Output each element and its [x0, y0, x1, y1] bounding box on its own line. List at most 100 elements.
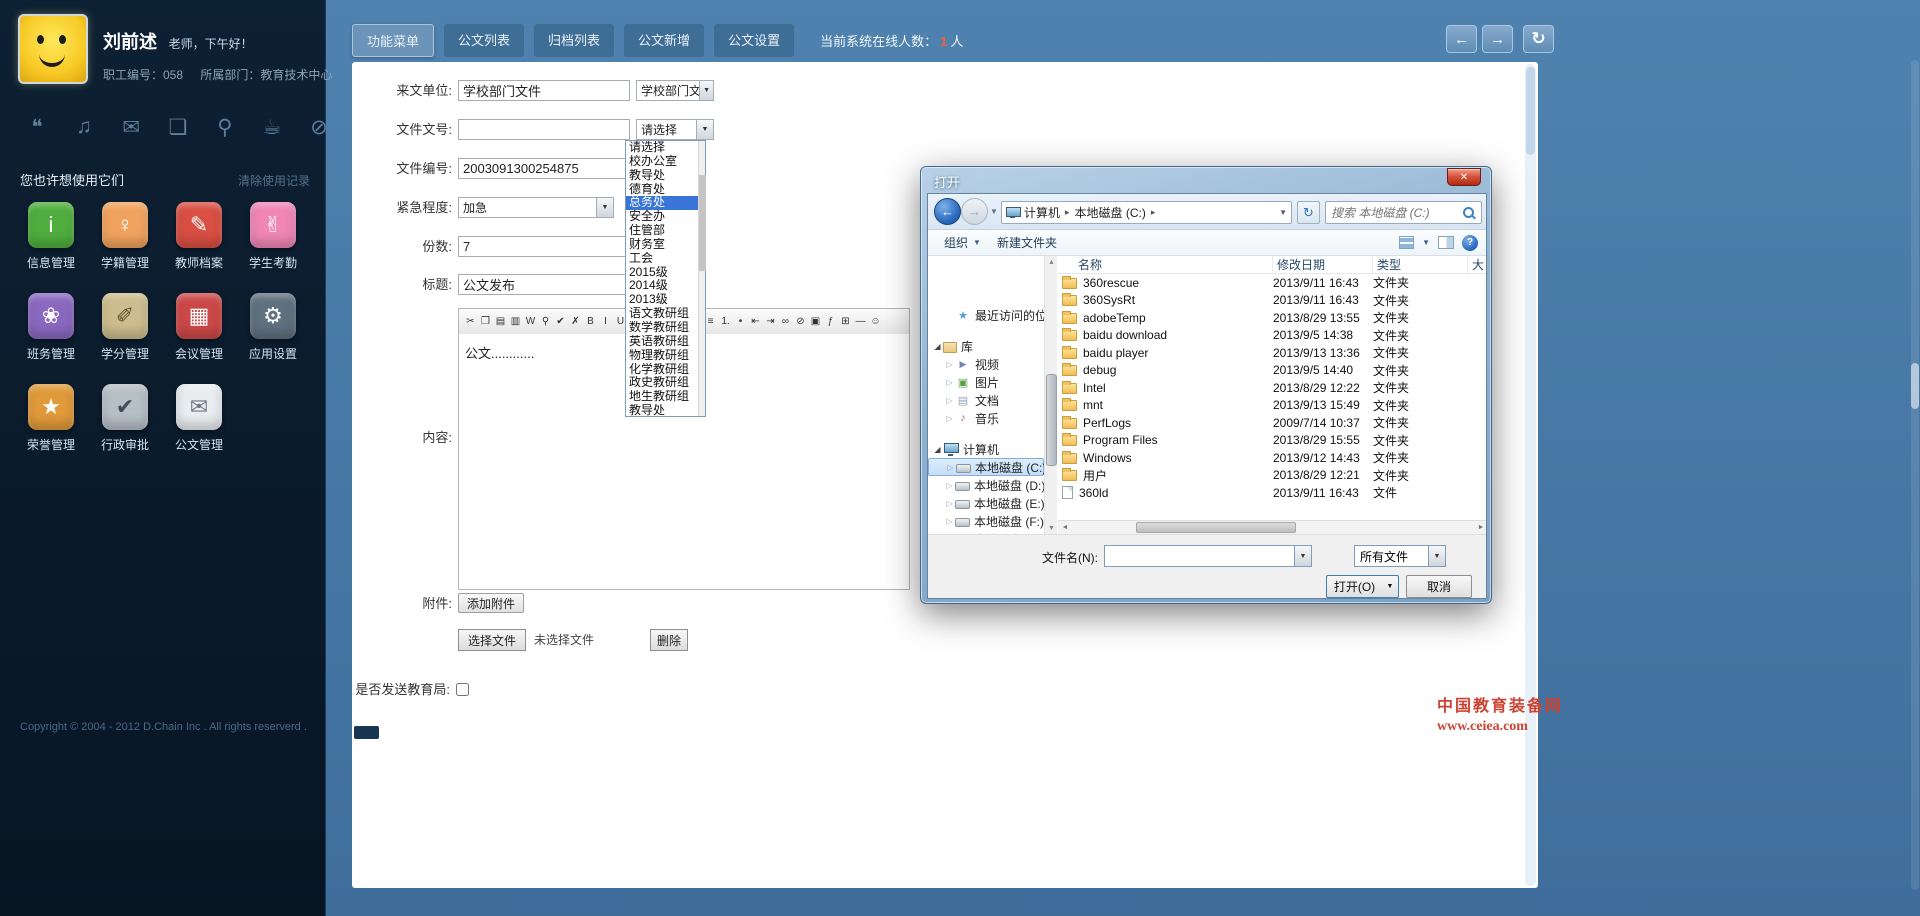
back-button[interactable]: ← — [1446, 25, 1477, 53]
table-icon[interactable]: ⊞ — [838, 314, 853, 329]
unordered-list-icon[interactable]: • — [733, 314, 748, 329]
unlink-icon[interactable]: ⊘ — [793, 314, 808, 329]
app-info-management[interactable]: i 信息管理 — [14, 202, 88, 271]
user-avatar[interactable] — [18, 14, 88, 84]
expander-icon[interactable] — [944, 517, 955, 526]
dropdown-option[interactable]: 政史教研组 — [626, 376, 698, 390]
chevron-down-icon[interactable]: ▼ — [1294, 546, 1311, 566]
organize-button[interactable]: 组织 ▼ — [936, 232, 989, 253]
dropdown-option[interactable]: 校办公室 — [626, 155, 698, 169]
clear-history-link[interactable]: 清除使用记录 — [238, 172, 310, 189]
dropdown-option[interactable]: 数学教研组 — [626, 321, 698, 335]
app-administrative-approval[interactable]: ✔ 行政审批 — [88, 384, 162, 453]
scrollbar-thumb[interactable] — [1526, 67, 1535, 155]
chevron-down-icon[interactable]: ▼ — [1422, 238, 1430, 247]
delete-attachment-button[interactable]: 删除 — [650, 629, 688, 651]
doc-no-input[interactable] — [458, 119, 630, 140]
open-button[interactable]: 打开(O) — [1326, 575, 1383, 598]
forward-button[interactable]: → — [1482, 25, 1513, 53]
app-document-management[interactable]: ✉ 公文管理 — [162, 384, 236, 453]
scrollbar-thumb[interactable] — [699, 175, 706, 271]
column-header[interactable]: 类型 — [1373, 256, 1468, 273]
app-app-settings[interactable]: ⚙ 应用设置 — [236, 293, 310, 362]
filename-input[interactable] — [1105, 546, 1294, 566]
adobeTemp-icon[interactable]: adobeTemp 2013/8/29 13:55 文件夹 — [1058, 309, 1487, 327]
app-class-affairs[interactable]: ❀ 班务管理 — [14, 293, 88, 362]
horizontal-rule-icon[interactable]: — — [853, 314, 868, 329]
Windows-icon[interactable]: Windows 2013/9/12 14:43 文件夹 — [1058, 449, 1487, 467]
scrollbar-thumb[interactable] — [1136, 522, 1296, 533]
partial-button[interactable] — [354, 726, 379, 739]
tree-item-videos[interactable]: 视频 — [928, 355, 1044, 373]
quick-icon-comment[interactable]: ❝ — [24, 114, 50, 140]
chevron-down-icon[interactable]: ▼ — [596, 198, 613, 217]
tree-item-disk-f[interactable]: 本地磁盘 (F:) — [928, 512, 1044, 530]
tree-item-disk-d[interactable]: 本地磁盘 (D:) — [928, 476, 1044, 494]
ordered-list-icon[interactable]: 1. — [718, 314, 733, 329]
paste-word-icon[interactable]: W — [523, 314, 538, 329]
mnt-icon[interactable]: mnt 2013/9/13 15:49 文件夹 — [1058, 397, 1487, 415]
dropdown-option[interactable]: 财务室 — [626, 238, 698, 252]
expander-icon[interactable] — [944, 414, 955, 423]
tab-document-list[interactable]: 公文列表 — [444, 24, 524, 57]
dropdown-option[interactable]: 住管部 — [626, 224, 698, 238]
filetype-select[interactable]: 所有文件 ▼ — [1354, 545, 1446, 567]
dropdown-option[interactable]: 安全办 — [626, 210, 698, 224]
tab-function-menu[interactable]: 功能菜单 — [352, 24, 434, 57]
tree-item-documents[interactable]: 文档 — [928, 391, 1044, 409]
dropdown-option[interactable]: 化学教研组 — [626, 363, 698, 377]
PerfLogs-icon[interactable]: PerfLogs 2009/7/14 10:37 文件夹 — [1058, 414, 1487, 432]
breadcrumb[interactable]: 计算机 ▸ 本地磁盘 (C:) ▸ ▼ — [1001, 201, 1292, 224]
debug-icon[interactable]: debug 2013/9/5 14:40 文件夹 — [1058, 362, 1487, 380]
dropdown-option[interactable]: 2013级 — [626, 293, 698, 307]
tree-item-recent-places[interactable]: 最近访问的位置 — [928, 306, 1044, 324]
dropdown-option[interactable]: 语文教研组 — [626, 307, 698, 321]
file-no-input[interactable] — [458, 158, 630, 179]
baidu download-icon[interactable]: baidu download 2013/9/5 14:38 文件夹 — [1058, 327, 1487, 345]
copy-icon[interactable]: ❐ — [478, 314, 493, 329]
bold-icon[interactable]: B — [583, 314, 598, 329]
close-button[interactable]: ✕ — [1447, 168, 1481, 186]
dropdown-scrollbar[interactable] — [698, 141, 705, 416]
title-input[interactable] — [458, 274, 630, 295]
column-header[interactable]: 名称 — [1058, 256, 1273, 273]
emoticon-icon[interactable]: ☺ — [868, 314, 883, 329]
chevron-down-icon[interactable]: ▼ — [696, 120, 713, 139]
Program Files-icon[interactable]: Program Files 2013/8/29 15:55 文件夹 — [1058, 432, 1487, 450]
copies-input[interactable] — [458, 236, 630, 257]
dropdown-option[interactable]: 教导处 — [626, 169, 698, 183]
cut-icon[interactable]: ✂ — [463, 314, 478, 329]
dropdown-option[interactable]: 教导处 — [626, 404, 698, 416]
search-icon[interactable] — [1462, 206, 1476, 220]
quick-icon-chat[interactable]: ✉ — [118, 114, 144, 140]
find-icon[interactable]: ⚲ — [538, 314, 553, 329]
breadcrumb-computer[interactable]: 计算机 — [1024, 204, 1060, 221]
scroll-right-icon[interactable]: ► — [1474, 521, 1487, 534]
baidu player-icon[interactable]: baidu player 2013/9/13 13:36 文件夹 — [1058, 344, 1487, 362]
dropdown-option[interactable]: 英语教研组 — [626, 335, 698, 349]
app-meeting-management[interactable]: ▦ 会议管理 — [162, 293, 236, 362]
link-icon[interactable]: ∞ — [778, 314, 793, 329]
flash-icon[interactable]: ƒ — [823, 314, 838, 329]
expander-icon[interactable] — [932, 342, 943, 351]
paste-icon[interactable]: ▤ — [493, 314, 508, 329]
breadcrumb-disk-c[interactable]: 本地磁盘 (C:) — [1075, 204, 1146, 221]
column-header[interactable]: 大 — [1468, 256, 1487, 273]
source-select[interactable]: 学校部门文件 ▼ — [636, 80, 714, 101]
scroll-down-icon[interactable]: ▼ — [1045, 522, 1058, 534]
choose-file-button[interactable]: 选择文件 — [458, 629, 526, 651]
tab-document-new[interactable]: 公文新增 — [624, 24, 704, 57]
quick-icon-coffee[interactable]: ☕ — [259, 114, 285, 140]
column-header[interactable]: 修改日期 — [1273, 256, 1373, 273]
outdent-icon[interactable]: ⇤ — [748, 314, 763, 329]
expander-icon[interactable] — [945, 463, 956, 472]
forward-button[interactable]: → — [961, 198, 988, 225]
tab-archive-list[interactable]: 归档列表 — [534, 24, 614, 57]
dropdown-option[interactable]: 2015级 — [626, 266, 698, 280]
dropdown-option[interactable]: 总务处 — [626, 196, 698, 210]
image-icon[interactable]: ▣ — [808, 314, 823, 329]
help-icon[interactable]: ? — [1462, 235, 1478, 251]
tree-item-pictures[interactable]: 图片 — [928, 373, 1044, 391]
quick-icon-music[interactable]: ♫ — [71, 114, 97, 140]
scrollbar-thumb[interactable] — [1911, 363, 1919, 409]
